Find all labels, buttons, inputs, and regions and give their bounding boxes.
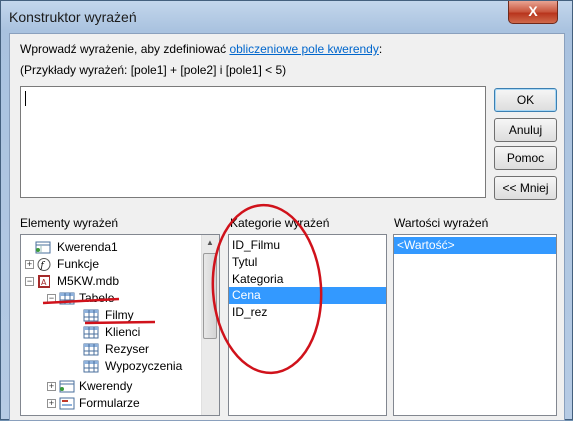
dialog-window: Konstruktor wyrażeń X Wprowadź wyrażenie…	[0, 0, 573, 421]
annotation-overlay	[42, 203, 323, 375]
annotation-underline-filmy	[84, 320, 156, 325]
annotation-underline-tabele	[42, 297, 120, 305]
annotation-ellipse	[211, 203, 323, 375]
